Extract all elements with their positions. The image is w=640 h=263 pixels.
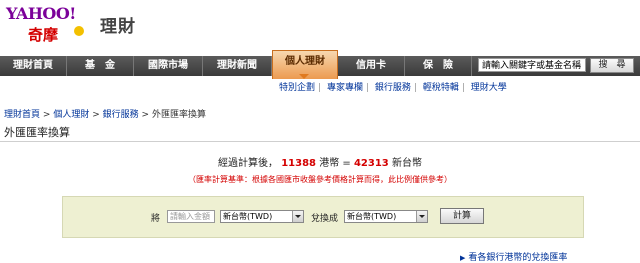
logo-yahoo-text: YAHOO! (6, 4, 76, 23)
divider (0, 141, 640, 142)
nav-item-finance-news[interactable]: 理財新聞 (203, 56, 272, 76)
amount-from: 11388 (281, 158, 317, 169)
calculate-button[interactable]: 計算 (440, 208, 484, 224)
caret-down-icon (299, 74, 309, 79)
bank-rates-link[interactable]: ▶ 看各銀行港幣的兌換匯率 (460, 250, 567, 263)
subnav-expert[interactable]: 專家專欄 (324, 83, 366, 93)
amount-input[interactable]: 請輸入金額 (167, 210, 215, 223)
nav-item-funds[interactable]: 基 金 (67, 56, 134, 76)
sub-nav: 特別企劃 | 專家專欄 | 銀行服務 | 輕稅特輯 | 理財大學 (276, 80, 510, 94)
to-label: 兌換成 (311, 214, 339, 224)
site-name: 理財 (100, 17, 136, 37)
from-label: 將 (151, 214, 161, 224)
logo-dot-icon (74, 26, 84, 36)
logo-cn-text: 奇摩 (28, 26, 59, 44)
subnav-special[interactable]: 特別企劃 (276, 83, 318, 93)
nav-item-intl-market[interactable]: 國際市場 (134, 56, 203, 76)
header: YAHOO! 奇摩 理財 (0, 0, 640, 50)
search-input[interactable]: 請輸入關鍵字或基金名稱 (478, 58, 586, 72)
page-title: 外匯匯率換算 (4, 126, 70, 139)
nav-item-credit-card[interactable]: 信用卡 (338, 56, 405, 76)
rate-note: （匯率計算基準：根據各國匯市收盤參考價格計算而得，此比例僅供參考） (188, 175, 452, 184)
breadcrumb-current: 外匯匯率換算 (151, 110, 206, 120)
breadcrumb-personal-finance[interactable]: 個人理財 (53, 110, 89, 120)
breadcrumb-bank-service[interactable]: 銀行服務 (103, 110, 139, 120)
nav-item-finance-home[interactable]: 理財首頁 (0, 56, 67, 76)
to-currency-select[interactable]: 新台幣(TWD) (344, 210, 428, 223)
breadcrumb: 理財首頁 > 個人理財 > 銀行服務 > 外匯匯率換算 (4, 110, 206, 120)
search-button[interactable]: 搜 尋 (590, 58, 634, 73)
nav-item-insurance[interactable]: 保 險 (405, 56, 472, 76)
from-currency-select[interactable]: 新台幣(TWD) (220, 210, 304, 223)
dropdown-arrow-icon (292, 211, 303, 222)
subnav-university[interactable]: 理財大學 (468, 83, 510, 93)
conversion-result: 經過計算後， 11388 港幣 = 42313 新台幣 (218, 158, 422, 169)
triangle-right-icon: ▶ (460, 254, 466, 262)
amount-to: 42313 (353, 158, 389, 169)
subnav-bank-service[interactable]: 銀行服務 (372, 83, 414, 93)
dropdown-arrow-icon (416, 211, 427, 222)
breadcrumb-finance-home[interactable]: 理財首頁 (4, 110, 40, 120)
subnav-tax[interactable]: 輕稅特輯 (420, 83, 462, 93)
yahoo-logo[interactable]: YAHOO! 奇摩 (6, 4, 102, 44)
